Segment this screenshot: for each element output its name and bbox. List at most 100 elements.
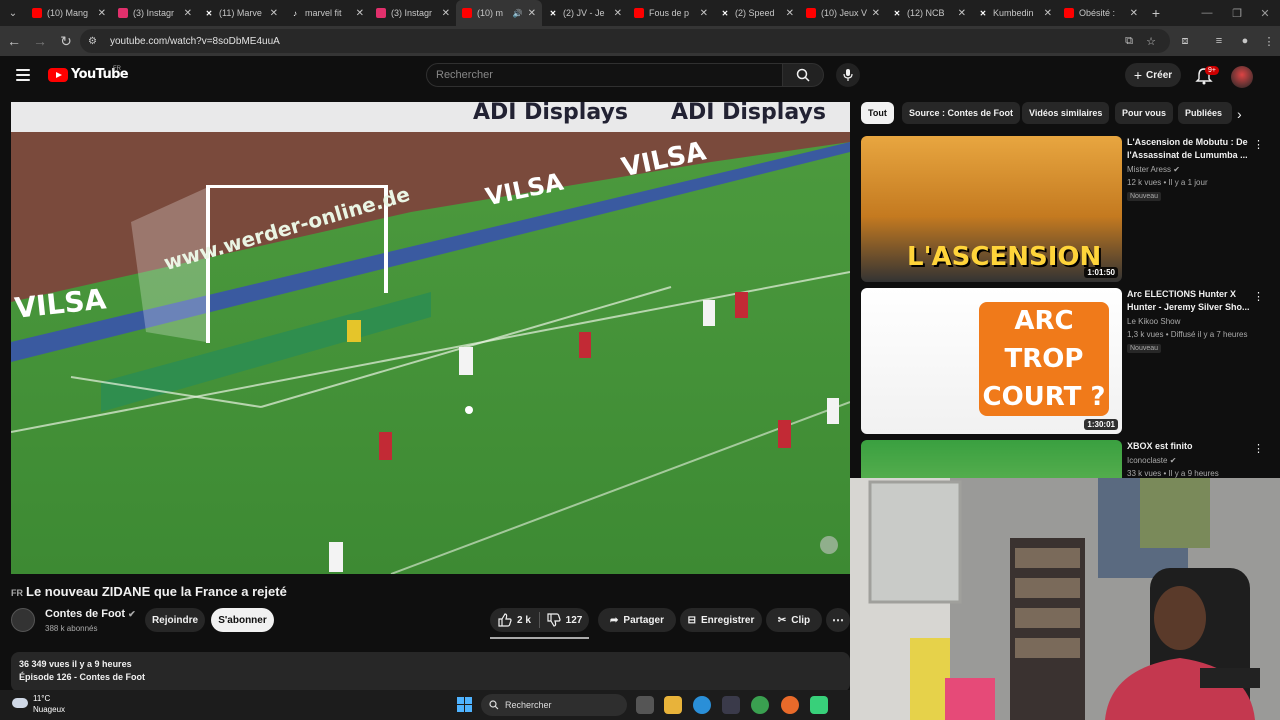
audio-playing-icon[interactable]: 🔊 — [513, 9, 523, 18]
tab-close-icon[interactable]: ✕ — [1130, 8, 1138, 19]
browser-tab[interactable]: Fous de p ✕ — [628, 2, 714, 24]
microphone-icon — [843, 69, 853, 81]
reload-icon[interactable]: ↻ — [54, 29, 78, 53]
more-options-icon[interactable]: ⋮ — [1253, 442, 1264, 455]
chrome-icon[interactable] — [751, 696, 769, 714]
tab-title: (2) JV - Je — [563, 8, 605, 18]
more-actions-button[interactable]: ⋯ — [826, 608, 850, 632]
recommendation-title[interactable]: Arc ELECTIONS Hunter X Hunter - Jeremy S… — [1127, 288, 1251, 314]
recommendation-channel[interactable]: Le Kikoo Show — [1127, 317, 1180, 326]
tab-close-icon[interactable]: ✕ — [700, 8, 708, 19]
media-control-icon[interactable]: ≡ — [1210, 32, 1228, 50]
more-options-icon[interactable]: ⋮ — [1253, 138, 1264, 151]
join-button[interactable]: Rejoindre — [145, 608, 205, 632]
browser-tab[interactable]: ✕ (11) Marve ✕ — [198, 2, 284, 24]
back-icon[interactable]: ← — [2, 29, 26, 53]
store-icon[interactable] — [722, 696, 740, 714]
browser-tab[interactable]: Obésité : ✕ — [1058, 2, 1144, 24]
cloud-icon[interactable] — [12, 698, 28, 708]
site-info-icon[interactable]: ⚙ — [88, 36, 100, 47]
instagram-icon — [376, 8, 386, 18]
tab-close-icon[interactable]: ✕ — [442, 8, 450, 19]
tab-title: (3) Instagr — [391, 8, 433, 18]
browser-tab[interactable]: (10) Jeux V ✕ — [800, 2, 886, 24]
filter-chip[interactable]: Publiées — [1178, 102, 1232, 124]
search-button[interactable] — [782, 63, 824, 87]
forward-icon[interactable]: → — [28, 29, 52, 53]
file-explorer-icon[interactable] — [664, 696, 682, 714]
filter-chip[interactable]: Source : Contes de Foot — [902, 102, 1021, 124]
taskbar-search[interactable]: Rechercher — [481, 694, 627, 716]
install-app-icon[interactable]: ⧉ — [1120, 32, 1138, 50]
subscribe-button[interactable]: S'abonner — [211, 608, 274, 632]
bookmark-star-icon[interactable]: ☆ — [1142, 32, 1160, 50]
video-thumbnail[interactable] — [861, 440, 1122, 478]
tab-close-icon[interactable]: ✕ — [614, 8, 622, 19]
tab-close-icon[interactable]: ✕ — [98, 8, 106, 19]
firefox-icon[interactable] — [781, 696, 799, 714]
recommendation-item[interactable]: ARC TROP COURT ? 1:30:01 Arc ELECTIONS Hun… — [861, 288, 1271, 436]
chevron-right-icon[interactable]: › — [1237, 106, 1242, 122]
recommendation-channel[interactable]: Iconoclaste ✔ — [1127, 456, 1176, 465]
filter-chip[interactable]: Tout — [861, 102, 894, 124]
recommendation-item[interactable]: L'ASCENSION 1:01:50 L'Ascension de Mobutu … — [861, 136, 1271, 284]
new-tab-button[interactable]: + — [1144, 5, 1168, 21]
recommendation-title[interactable]: XBOX est finito — [1127, 440, 1251, 453]
task-view-icon[interactable] — [636, 696, 654, 714]
windows-start-icon[interactable] — [457, 697, 472, 712]
tab-close-icon[interactable]: ✕ — [528, 8, 536, 19]
close-window-icon[interactable]: ✕ — [1250, 0, 1280, 26]
create-button[interactable]: + Créer — [1125, 63, 1181, 87]
browser-tab[interactable]: ✕ (2) JV - Je ✕ — [542, 2, 628, 24]
tab-search-icon[interactable]: ⌄ — [0, 0, 26, 26]
browser-tab[interactable]: (10) m 🔊 ✕ — [456, 0, 542, 26]
minimize-icon[interactable]: — — [1192, 0, 1222, 26]
account-avatar[interactable] — [1231, 66, 1253, 88]
video-player[interactable]: ADI Displays ADI Displays VILSA VILSA www.we… — [11, 102, 850, 574]
save-button[interactable]: ⊟ Enregistrer — [680, 608, 762, 632]
like-count: 2 k — [517, 614, 531, 626]
browser-tab[interactable]: ✕ Kumbedin ✕ — [972, 2, 1058, 24]
channel-name[interactable]: Contes de Foot ✔ — [45, 608, 136, 620]
recommendation-title[interactable]: L'Ascension de Mobutu : De l'Assassinat … — [1127, 136, 1251, 162]
recommendation-channel[interactable]: Mister Aress ✔ — [1127, 165, 1180, 174]
video-thumbnail[interactable]: L'ASCENSION 1:01:50 — [861, 136, 1122, 282]
url-field[interactable]: ⚙ youtube.com/watch?v=8soDbME4uuA — [80, 29, 1170, 53]
filter-chip[interactable]: Pour vous — [1115, 102, 1174, 124]
dislike-button[interactable]: 127 — [540, 613, 589, 627]
extensions-icon[interactable]: ⧈ — [1176, 32, 1194, 50]
profile-icon[interactable]: ● — [1236, 32, 1254, 50]
tab-close-icon[interactable]: ✕ — [958, 8, 966, 19]
video-thumbnail[interactable]: ARC TROP COURT ? 1:30:01 — [861, 288, 1122, 434]
voice-search-button[interactable] — [836, 63, 860, 87]
app-icon[interactable] — [810, 696, 828, 714]
edge-icon[interactable] — [693, 696, 711, 714]
browser-tab[interactable]: ✕ (12) NCB ✕ — [886, 2, 972, 24]
browser-tab[interactable]: (3) Instagr ✕ — [370, 2, 456, 24]
video-duration: 1:30:01 — [1084, 419, 1118, 430]
like-button[interactable]: 2 k — [490, 613, 539, 627]
maximize-icon[interactable]: ❐ — [1222, 0, 1252, 26]
chrome-menu-icon[interactable]: ⋮ — [1260, 32, 1278, 50]
tab-close-icon[interactable]: ✕ — [270, 8, 278, 19]
browser-tab[interactable]: (3) Instagr ✕ — [112, 2, 198, 24]
browser-tab[interactable]: ♪ marvel fit ✕ — [284, 2, 370, 24]
more-options-icon[interactable]: ⋮ — [1253, 290, 1264, 303]
clip-button[interactable]: ✂ Clip — [766, 608, 822, 632]
tab-close-icon[interactable]: ✕ — [786, 8, 794, 19]
tab-close-icon[interactable]: ✕ — [872, 8, 880, 19]
browser-tab[interactable]: (10) Mang ✕ — [26, 2, 112, 24]
share-button[interactable]: ➦ Partager — [598, 608, 676, 632]
tab-close-icon[interactable]: ✕ — [356, 8, 364, 19]
browser-tab[interactable]: ✕ (2) Speed ✕ — [714, 2, 800, 24]
stadium-banner: ADI Displays — [473, 102, 628, 125]
search-input[interactable]: Rechercher — [426, 63, 783, 87]
description-box[interactable]: 36 349 vues il y a 9 heures Épisode 126 … — [11, 652, 850, 692]
filter-chip[interactable]: Vidéos similaires — [1022, 102, 1110, 124]
hamburger-menu-icon[interactable] — [16, 69, 30, 81]
recommendation-item[interactable]: XBOX est finito Iconoclaste ✔ 33 k vues • … — [861, 440, 1271, 478]
dislike-count: 127 — [565, 614, 583, 626]
tab-close-icon[interactable]: ✕ — [1044, 8, 1052, 19]
tab-close-icon[interactable]: ✕ — [184, 8, 192, 19]
channel-avatar[interactable] — [11, 608, 35, 632]
